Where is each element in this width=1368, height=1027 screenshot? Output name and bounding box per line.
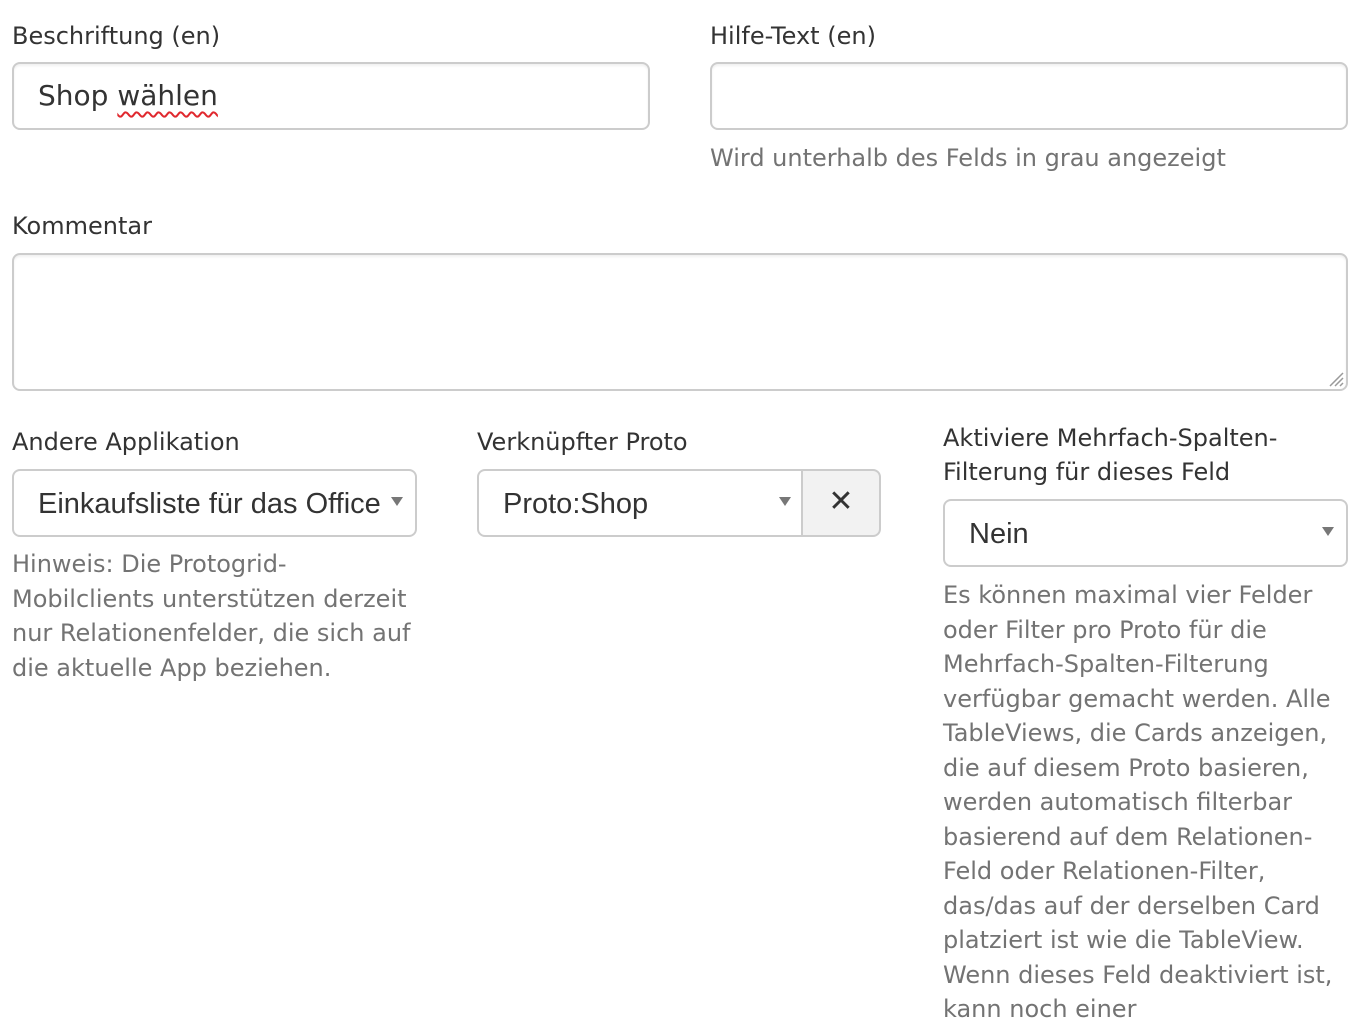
help-text-field-caption: Hilfe-Text (en) (710, 22, 876, 50)
chevron-down-icon (391, 497, 403, 506)
label-en-value: Shop wählen (38, 78, 218, 114)
other-app-field-caption: Andere Applikation (12, 428, 240, 456)
multi-column-filter-hint: Es können maximal vier Felder oder Filte… (943, 581, 1333, 1023)
multi-column-filter-select[interactable]: Nein (943, 499, 1348, 567)
multi-column-filter-selected-value: Nein (969, 518, 1029, 550)
chevron-down-icon (779, 497, 791, 506)
comment-textarea[interactable] (12, 253, 1348, 391)
label-field-caption: Beschriftung (en) (12, 22, 221, 50)
help-text-en-input[interactable] (710, 62, 1348, 130)
clear-linked-proto-button[interactable]: ✕ (801, 469, 881, 537)
resize-handle-icon[interactable] (1326, 369, 1344, 387)
chevron-down-icon (1322, 527, 1334, 536)
comment-field-caption: Kommentar (12, 212, 152, 240)
label-en-value-word: Shop (38, 79, 118, 112)
help-text-hint: Wird unterhalb des Felds in grau angezei… (710, 144, 1226, 172)
label-en-input[interactable]: Shop wählen (12, 62, 650, 130)
close-icon: ✕ (828, 484, 854, 519)
other-app-select[interactable]: Einkaufsliste für das Office (12, 469, 417, 537)
other-app-hint: Hinweis: Die Protogrid-Mobilclients unte… (12, 550, 411, 682)
spellcheck-underlined-word: wählen (117, 79, 218, 112)
multi-column-filter-field-caption: Aktiviere Mehrfach-Spalten-Filterung für… (943, 424, 1278, 486)
other-app-selected-value: Einkaufsliste für das Office (38, 488, 381, 520)
linked-proto-select[interactable]: Proto:Shop (477, 469, 803, 537)
linked-proto-selected-value: Proto:Shop (503, 488, 649, 520)
linked-proto-field-caption: Verknüpfter Proto (477, 428, 688, 456)
